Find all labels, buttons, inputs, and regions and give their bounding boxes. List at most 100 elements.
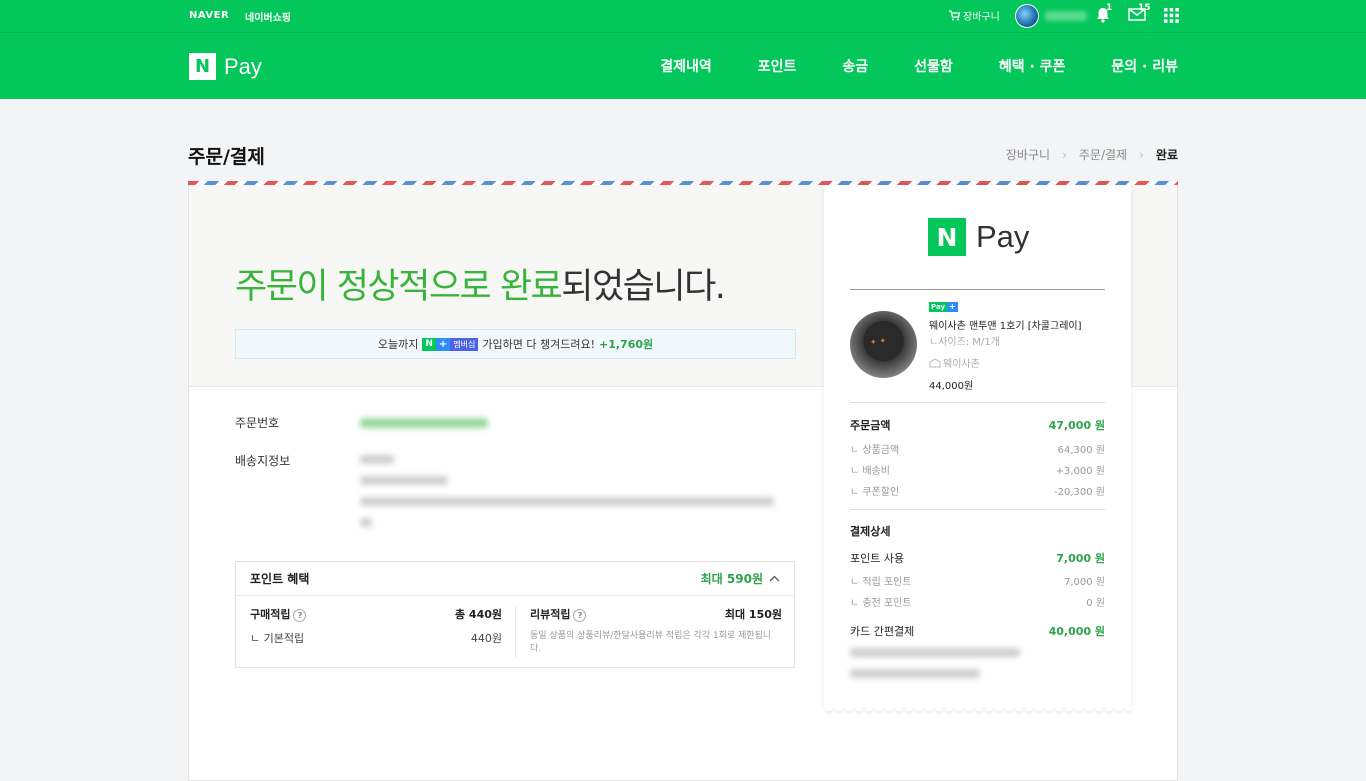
card-number-blurred	[850, 648, 1020, 657]
receipt-divider	[850, 289, 1105, 290]
review-points-col: 리뷰적립? 최대 150원 동일 상품의 상품리뷰/한달사용리뷰 적립은 각각 …	[530, 606, 782, 656]
order-amount-value: 47,000 원	[1048, 419, 1105, 432]
promo-prefix: 오늘까지	[377, 338, 419, 351]
point-use-value: 7,000 원	[1056, 552, 1105, 565]
payment-date-blurred	[850, 669, 980, 678]
breadcrumb-complete: 완료	[1155, 148, 1178, 162]
nav-inquiry-review[interactable]: 문의 · 리뷰	[1111, 56, 1178, 76]
hero-highlight: 주문이 정상적으로 완료	[235, 267, 563, 307]
point-use-row: 포인트 사용 7,000 원	[850, 550, 1105, 566]
coupon-discount-row: ㄴ 쿠폰할인 -20,300 원	[850, 483, 1105, 498]
points-benefit-box: 포인트 혜택 최대 590원 구매적립? 총 440원 ㄴ 기본적립 440원 …	[235, 561, 795, 668]
address-blurred	[360, 497, 774, 506]
line-value: 7,000 원	[1063, 577, 1105, 588]
help-icon[interactable]: ?	[293, 608, 307, 622]
phone-blurred	[360, 476, 448, 485]
mail-count: 15	[1138, 3, 1151, 13]
notification-count: 1	[1106, 3, 1113, 13]
divider	[515, 606, 516, 658]
membership-promo-banner[interactable]: 오늘까지 N + 멤버십 가입하면 다 챙겨드려요! +1,760원	[235, 329, 796, 359]
earned-point-row: ㄴ 적립 포인트 7,000 원	[850, 573, 1105, 588]
card-payment-value: 40,000 원	[1048, 625, 1105, 638]
main-nav: 결제내역 포인트 송금 선물함 혜택 · 쿠폰 문의 · 리뷰	[614, 56, 1178, 76]
delivery-info-label: 배송지정보	[235, 454, 291, 468]
nav-benefits-coupons[interactable]: 혜택 · 쿠폰	[999, 56, 1066, 76]
top-bar: NAVER 네이버쇼핑 장바구니 1 15	[0, 0, 1366, 33]
nav-payment-history[interactable]: 결제내역	[660, 56, 712, 76]
help-icon[interactable]: ?	[573, 608, 587, 622]
user-profile[interactable]	[1015, 4, 1087, 28]
apps-menu-button[interactable]	[1164, 8, 1179, 26]
receipt-npay-logo: N Pay	[928, 218, 1029, 256]
notification-button[interactable]: 1	[1096, 3, 1112, 26]
mail-button[interactable]: 15	[1128, 3, 1151, 24]
store-icon	[929, 357, 941, 367]
cart-label: 장바구니	[963, 12, 1000, 23]
product-name[interactable]: 웨이사촌 맨투맨 1호기 [차콜그레이]	[929, 317, 1082, 332]
line-value: -20,300 원	[1054, 487, 1105, 498]
purchase-points-col: 구매적립? 총 440원 ㄴ 기본적립 440원	[250, 606, 502, 646]
promo-amount: +1,760원	[598, 338, 654, 351]
chevron-right-icon: ›	[1139, 147, 1144, 162]
line-value: 0 원	[1086, 598, 1105, 609]
cart-link[interactable]: 장바구니	[948, 8, 1000, 23]
nav-points[interactable]: 포인트	[758, 56, 797, 76]
username-blurred	[1045, 11, 1087, 21]
basic-points-label: ㄴ 기본적립	[250, 632, 305, 645]
seller-info[interactable]: 웨이사촌	[929, 355, 980, 370]
chevron-right-icon: ›	[1062, 147, 1067, 162]
plus-icon: +	[947, 302, 958, 312]
payment-detail-heading: 결제상세	[850, 523, 1105, 539]
product-image[interactable]: ✦ ✦	[850, 311, 917, 378]
charged-point-row: ㄴ 충전 포인트 0 원	[850, 594, 1105, 609]
line-value: +3,000 원	[1055, 466, 1105, 477]
basic-points-value: 440원	[470, 632, 502, 645]
line-label: 충전 포인트	[862, 598, 912, 609]
points-title: 포인트 혜택	[250, 572, 310, 586]
nav-transfer[interactable]: 송금	[842, 56, 868, 76]
receipt-torn-edge	[824, 707, 1131, 719]
pay-logo-text: Pay	[224, 53, 262, 79]
plus-icon: +	[435, 337, 451, 351]
membership-badge: N + 멤버십	[422, 337, 479, 351]
breadcrumb: 장바구니 › 주문/결제 › 완료	[1006, 146, 1178, 163]
product-option: ㄴ사이즈: M/1개	[929, 337, 1000, 348]
receipt-divider	[850, 509, 1105, 510]
purchase-points-label: 구매적립	[250, 608, 291, 621]
line-label: 상품금액	[862, 445, 900, 456]
line-label: 배송비	[862, 466, 890, 477]
order-complete-message: 주문이 정상적으로 완료되었습니다.	[235, 258, 726, 309]
pay-logo-text: Pay	[976, 219, 1030, 254]
membership-label: 멤버십	[450, 337, 479, 351]
chevron-up-icon[interactable]	[769, 575, 780, 582]
seller-name: 웨이사촌	[943, 359, 980, 370]
review-points-max: 최대 150원	[724, 608, 782, 621]
address-tail-blurred	[360, 518, 372, 527]
nav-gift-box[interactable]: 선물함	[914, 56, 953, 76]
main-header: N Pay 결제내역 포인트 송금 선물함 혜택 · 쿠폰 문의 · 리뷰	[0, 33, 1366, 99]
card-payment-row: 카드 간편결제 40,000 원	[850, 623, 1105, 639]
npay-logo[interactable]: N Pay	[189, 53, 262, 80]
order-number-label: 주문번호	[235, 416, 280, 430]
card-payment-label: 카드 간편결제	[850, 625, 915, 638]
hero-rest: 되었습니다.	[561, 267, 726, 307]
avatar	[1015, 4, 1039, 28]
line-label: 적립 포인트	[862, 577, 912, 588]
naver-shopping-link[interactable]: 네이버쇼핑	[245, 9, 291, 24]
n-logo-icon: N	[189, 53, 216, 80]
shipping-fee-row: ㄴ 배송비 +3,000 원	[850, 462, 1105, 477]
points-max: 최대 590원	[701, 570, 780, 587]
points-max-value: 최대 590원	[700, 572, 763, 586]
order-number-blurred	[360, 418, 488, 428]
review-points-label: 리뷰적립	[530, 608, 571, 621]
breadcrumb-cart: 장바구니	[1005, 148, 1051, 162]
n-pay-mini-badge: Pay	[929, 302, 948, 312]
line-label: 쿠폰할인	[862, 487, 900, 498]
points-header[interactable]: 포인트 혜택 최대 590원	[236, 562, 794, 596]
product-amount-row: ㄴ 상품금액 64,300 원	[850, 441, 1105, 456]
grid-icon	[1164, 8, 1179, 23]
line-value: 64,300 원	[1057, 445, 1105, 456]
naver-logo[interactable]: NAVER	[189, 10, 229, 21]
page-title: 주문/결제	[188, 146, 265, 168]
recipient-blurred	[360, 455, 394, 464]
